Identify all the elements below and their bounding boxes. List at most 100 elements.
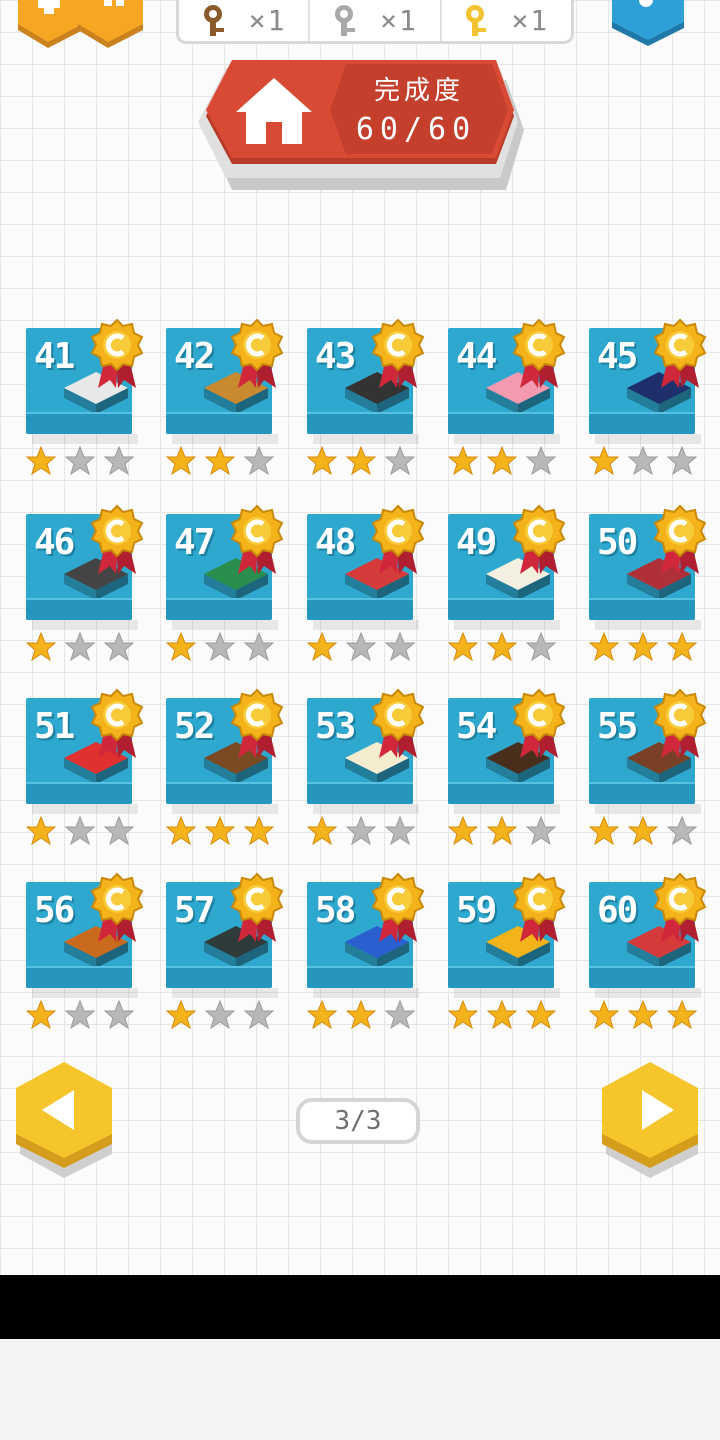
- card-shadow: [313, 988, 419, 998]
- star-filled-icon: [166, 816, 196, 846]
- star-filled-icon: [205, 446, 235, 476]
- level-card-44[interactable]: 44: [448, 318, 578, 478]
- blank-bottom-area: [0, 1339, 720, 1440]
- level-card-46[interactable]: 46: [26, 504, 156, 664]
- completion-medal-icon: [230, 318, 284, 388]
- system-nav-bar: [0, 1275, 720, 1339]
- star-rating: [307, 446, 415, 476]
- level-number: 49: [456, 522, 497, 563]
- star-empty-icon: [667, 446, 697, 476]
- card-shadow: [172, 988, 278, 998]
- card-shadow: [172, 804, 278, 814]
- level-number: 52: [174, 706, 215, 747]
- level-card-58[interactable]: 58: [307, 872, 437, 1032]
- star-empty-icon: [104, 1000, 134, 1030]
- level-number: 50: [597, 522, 638, 563]
- star-empty-icon: [104, 632, 134, 662]
- star-filled-icon: [448, 632, 478, 662]
- card-base: [307, 598, 413, 620]
- level-card-56[interactable]: 56: [26, 872, 156, 1032]
- star-filled-icon: [205, 816, 235, 846]
- star-rating: [448, 1000, 556, 1030]
- level-number: 48: [315, 522, 356, 563]
- card-base: [589, 782, 695, 804]
- star-filled-icon: [628, 816, 658, 846]
- star-empty-icon: [244, 446, 274, 476]
- level-card-45[interactable]: 45: [589, 318, 719, 478]
- card-base: [26, 412, 132, 434]
- prev-page-button[interactable]: [12, 1058, 122, 1178]
- card-shadow: [32, 804, 138, 814]
- level-card-53[interactable]: 53: [307, 688, 437, 848]
- star-filled-icon: [589, 446, 619, 476]
- star-empty-icon: [65, 446, 95, 476]
- completion-medal-icon: [230, 504, 284, 574]
- card-base: [26, 966, 132, 988]
- key-count-gold: ×1: [511, 4, 550, 37]
- level-card-52[interactable]: 52: [166, 688, 296, 848]
- star-rating: [589, 632, 697, 662]
- menu-hex-button[interactable]: [8, 0, 148, 48]
- level-card-41[interactable]: 41: [26, 318, 156, 478]
- star-filled-icon: [244, 816, 274, 846]
- star-empty-icon: [526, 446, 556, 476]
- star-empty-icon: [65, 816, 95, 846]
- completion-medal-icon: [371, 318, 425, 388]
- level-card-48[interactable]: 48: [307, 504, 437, 664]
- card-base: [448, 782, 554, 804]
- card-base: [448, 598, 554, 620]
- level-number: 56: [34, 890, 75, 931]
- level-card-60[interactable]: 60: [589, 872, 719, 1032]
- music-toggle-button[interactable]: [608, 0, 688, 46]
- star-filled-icon: [667, 1000, 697, 1030]
- completion-medal-icon: [90, 318, 144, 388]
- card-shadow: [454, 620, 560, 630]
- card-shadow: [454, 434, 560, 444]
- level-card-51[interactable]: 51: [26, 688, 156, 848]
- level-number: 55: [597, 706, 638, 747]
- star-rating: [448, 816, 556, 846]
- star-filled-icon: [589, 816, 619, 846]
- card-base: [166, 966, 272, 988]
- star-empty-icon: [205, 1000, 235, 1030]
- card-shadow: [172, 434, 278, 444]
- level-card-59[interactable]: 59: [448, 872, 578, 1032]
- level-card-57[interactable]: 57: [166, 872, 296, 1032]
- completion-medal-icon: [653, 504, 707, 574]
- completion-medal-icon: [653, 872, 707, 942]
- level-number: 43: [315, 336, 356, 377]
- completion-title: 完成度: [373, 76, 464, 106]
- star-rating: [589, 816, 697, 846]
- next-page-button[interactable]: [598, 1058, 708, 1178]
- completion-medal-icon: [512, 872, 566, 942]
- level-number: 47: [174, 522, 215, 563]
- star-filled-icon: [628, 632, 658, 662]
- star-empty-icon: [244, 632, 274, 662]
- completion-medal-icon: [230, 872, 284, 942]
- card-base: [26, 598, 132, 620]
- card-base: [166, 412, 272, 434]
- level-card-55[interactable]: 55: [589, 688, 719, 848]
- level-number: 58: [315, 890, 356, 931]
- star-filled-icon: [166, 632, 196, 662]
- completion-medal-icon: [512, 318, 566, 388]
- star-empty-icon: [526, 632, 556, 662]
- level-card-47[interactable]: 47: [166, 504, 296, 664]
- star-filled-icon: [448, 446, 478, 476]
- star-filled-icon: [346, 1000, 376, 1030]
- level-card-54[interactable]: 54: [448, 688, 578, 848]
- card-base: [166, 598, 272, 620]
- level-card-49[interactable]: 49: [448, 504, 578, 664]
- star-rating: [166, 446, 274, 476]
- level-card-42[interactable]: 42: [166, 318, 296, 478]
- level-card-43[interactable]: 43: [307, 318, 437, 478]
- completion-medal-icon: [371, 872, 425, 942]
- star-empty-icon: [385, 446, 415, 476]
- card-base: [307, 782, 413, 804]
- card-base: [448, 412, 554, 434]
- level-number: 51: [34, 706, 75, 747]
- level-card-50[interactable]: 50: [589, 504, 719, 664]
- completion-progress: 60/60: [355, 112, 477, 147]
- star-rating: [166, 1000, 274, 1030]
- silver-key-icon: [335, 4, 356, 36]
